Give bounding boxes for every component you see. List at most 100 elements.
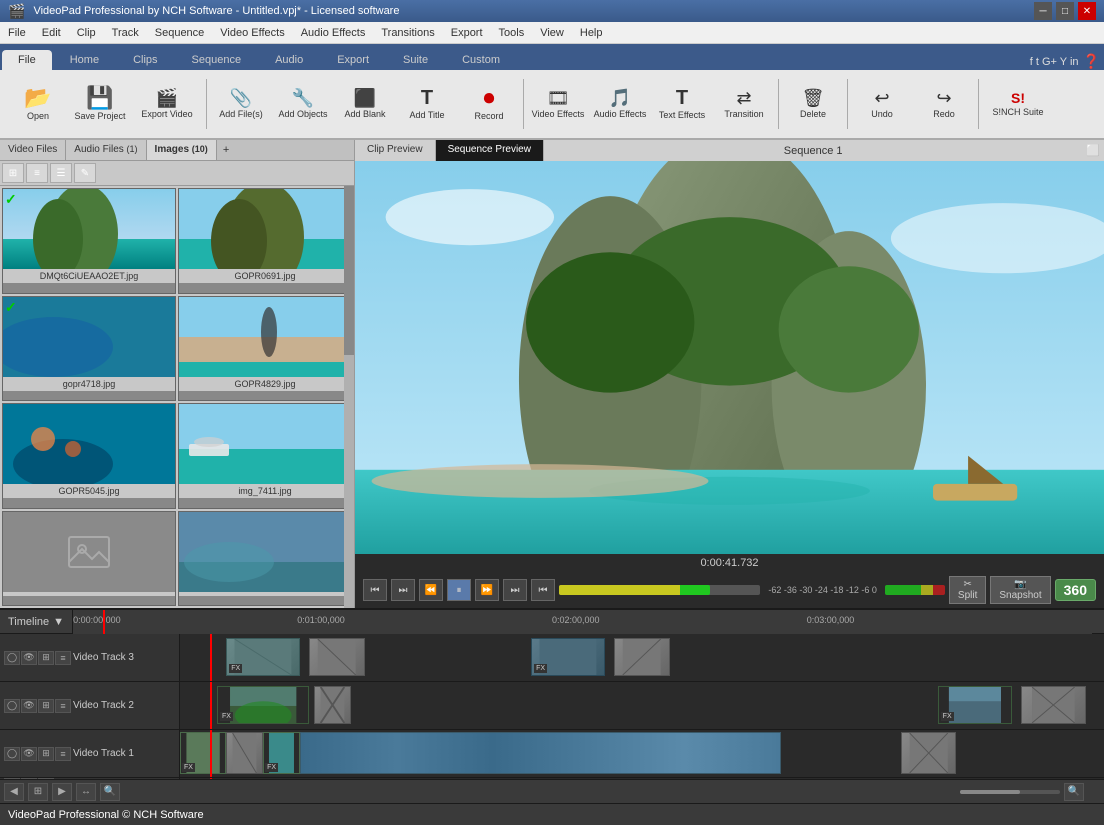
tl-btn-3[interactable]: ▶ [52,783,72,801]
help-icon[interactable]: ❓ [1083,53,1100,70]
media-item-7[interactable] [2,511,176,607]
go-start-button[interactable]: ⏮ [363,579,387,601]
minimize-button[interactable]: ─ [1034,2,1052,20]
tab-clip-preview[interactable]: Clip Preview [355,140,436,161]
track-lock-btn-1[interactable]: 👁 [21,747,37,761]
media-item-5[interactable]: GOPR5045.jpg [2,403,176,509]
menu-sequence[interactable]: Sequence [147,25,213,41]
split-button[interactable]: ✂ Split [949,576,986,604]
clip-v3-1[interactable]: FX [226,638,300,676]
window-controls[interactable]: ─ □ ✕ [1034,2,1096,20]
delete-button[interactable]: 🗑 Delete [783,74,843,134]
tab-suite[interactable]: Suite [387,50,444,70]
track-lock-audio[interactable]: 👁 [21,778,37,779]
record-button[interactable]: ⏺ Record [459,74,519,134]
play-button[interactable]: ⏩ [475,579,499,601]
clip-v1-3[interactable]: FX [263,732,300,774]
open-button[interactable]: 📂 Open [8,74,68,134]
redo-button[interactable]: ↪ Redo [914,74,974,134]
panel-view-btn-1[interactable]: ⊞ [2,163,24,183]
tab-clips[interactable]: Clips [117,50,173,70]
media-item-4[interactable]: GOPR4829.jpg [178,296,352,402]
tab-audio[interactable]: Audio [259,50,319,70]
track-solo-btn-2[interactable]: ≡ [55,699,71,713]
add-files-button[interactable]: 📎 Add File(s) [211,74,271,134]
save-project-button[interactable]: 💾 Save Project [70,74,130,134]
track-lock-btn-2[interactable]: 👁 [21,699,37,713]
tab-sequence[interactable]: Sequence [176,50,258,70]
panel-view-btn-4[interactable]: ✎ [74,163,96,183]
tab-sequence-preview[interactable]: Sequence Preview [436,140,544,161]
maximize-button[interactable]: □ [1056,2,1074,20]
clip-v1-sequence[interactable] [300,732,780,774]
tab-file[interactable]: File [2,50,52,70]
tab-video-files[interactable]: Video Files [0,140,66,160]
track-link-btn-1[interactable]: ⊞ [38,747,54,761]
media-item-3[interactable]: ✓ gopr4718.jpg [2,296,176,402]
btn-360[interactable]: 360 [1055,579,1096,601]
menu-track[interactable]: Track [104,25,147,41]
track-mute-btn-3[interactable]: ◯ [4,651,20,665]
clip-v1-end[interactable] [901,732,956,774]
track-link-btn-2[interactable]: ⊞ [38,699,54,713]
media-item-8[interactable] [178,511,352,607]
nch-suite-button[interactable]: S! S!NCH Suite [983,74,1053,134]
next-frame-button[interactable]: ⏭ [503,579,527,601]
tab-audio-files[interactable]: Audio Files (1) [66,140,146,160]
panel-scrollbar[interactable] [344,186,354,608]
clip-v3-3[interactable]: FX [531,638,605,676]
media-item-6[interactable]: img_7411.jpg [178,403,352,509]
add-title-button[interactable]: T Add Title [397,74,457,134]
track-mute-btn-2[interactable]: ◯ [4,699,20,713]
clip-v1-1[interactable]: FX [180,732,226,774]
go-end-button[interactable]: ⏮ [531,579,555,601]
snapshot-button[interactable]: 📷 Snapshot [990,576,1050,604]
audio-effects-button[interactable]: 🎵 Audio Effects [590,74,650,134]
zoom-slider[interactable] [960,790,1060,794]
track-mute-audio[interactable]: ◯ [4,778,20,779]
tab-home[interactable]: Home [54,50,115,70]
text-effects-button[interactable]: T Text Effects [652,74,712,134]
pause-button[interactable]: ⏸ [447,579,471,601]
clip-v3-2[interactable] [309,638,364,676]
menu-tools[interactable]: Tools [491,25,533,41]
transition-button[interactable]: ⇄ Transition [714,74,774,134]
panel-view-btn-3[interactable]: ☰ [50,163,72,183]
track-mute-btn-1[interactable]: ◯ [4,747,20,761]
menu-view[interactable]: View [532,25,572,41]
menu-export[interactable]: Export [443,25,491,41]
panel-view-btn-2[interactable]: ≡ [26,163,48,183]
track-link-btn-3[interactable]: ⊞ [38,651,54,665]
clip-v1-2[interactable] [226,732,263,774]
video-effects-button[interactable]: 🎞 Video Effects [528,74,588,134]
menu-edit[interactable]: Edit [34,25,69,41]
media-item-1[interactable]: ✓ DMQt6CiUEAAO2ET.jpg [2,188,176,294]
add-tab-button[interactable]: + [217,140,235,160]
add-blank-button[interactable]: ⬛ Add Blank [335,74,395,134]
track-link-audio[interactable]: ⊞ [38,778,54,779]
export-video-button[interactable]: 🎬 Export Video [132,74,202,134]
rewind-button[interactable]: ⏪ [419,579,443,601]
prev-frame-button[interactable]: ⏭ [391,579,415,601]
clip-v2-2[interactable]: FX [938,686,1012,724]
tl-btn-1[interactable]: ◀ [4,783,24,801]
tab-export[interactable]: Export [321,50,385,70]
menu-clip[interactable]: Clip [69,25,104,41]
timeline-dropdown-icon[interactable]: ▼ [53,616,64,628]
menu-transitions[interactable]: Transitions [373,25,442,41]
tl-zoom-out[interactable]: 🔍 [1064,783,1084,801]
track-solo-btn-3[interactable]: ≡ [55,651,71,665]
menu-file[interactable]: File [0,25,34,41]
playback-progress[interactable] [559,585,760,595]
track-solo-btn-1[interactable]: ≡ [55,747,71,761]
menu-audio-effects[interactable]: Audio Effects [293,25,374,41]
tab-images[interactable]: Images (10) [147,140,217,160]
tl-btn-4[interactable]: ↔ [76,783,96,801]
close-button[interactable]: ✕ [1078,2,1096,20]
clip-v2-1[interactable]: FX [217,686,309,724]
clip-v3-4[interactable] [614,638,669,676]
undo-button[interactable]: ↩ Undo [852,74,912,134]
clip-v2-cut[interactable] [314,686,351,724]
track-lock-btn-3[interactable]: 👁 [21,651,37,665]
add-objects-button[interactable]: 🔧 Add Objects [273,74,333,134]
